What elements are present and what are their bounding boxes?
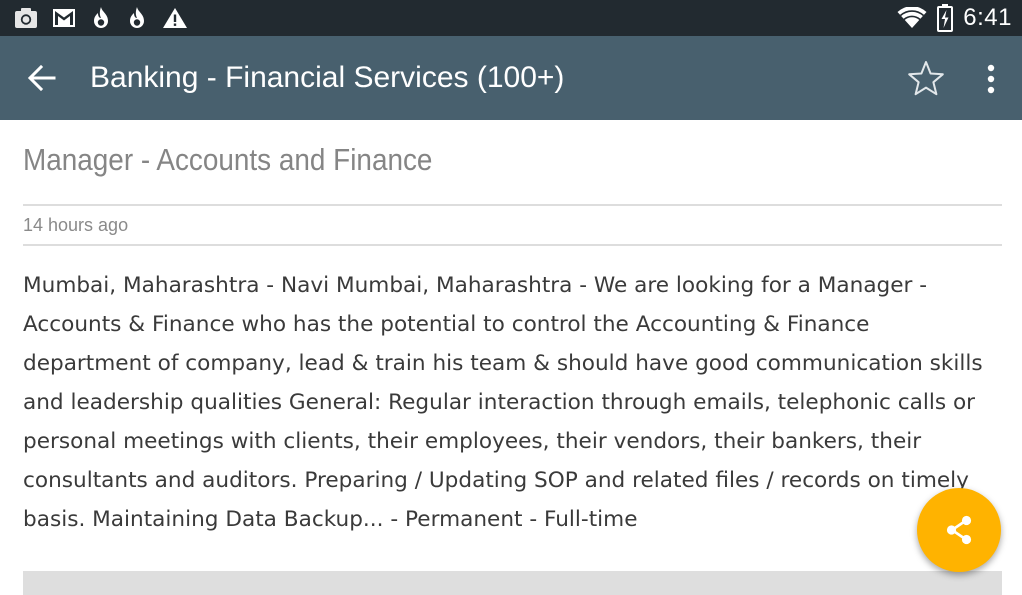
divider xyxy=(23,244,1002,246)
star-outline-icon xyxy=(908,61,944,96)
share-icon xyxy=(946,515,972,545)
camera-icon xyxy=(14,7,38,29)
warning-icon xyxy=(162,7,188,29)
overflow-menu-button[interactable] xyxy=(974,58,1008,100)
gmail-icon xyxy=(52,8,76,28)
posted-time: 14 hours ago xyxy=(23,215,129,235)
bottom-card xyxy=(23,571,1002,595)
app-bar: Banking - Financial Services (100+) xyxy=(0,36,1022,120)
favorite-button[interactable] xyxy=(905,58,947,100)
job-description: Mumbai, Maharashtra - Navi Mumbai, Mahar… xyxy=(23,273,983,532)
flame-icon xyxy=(90,6,112,30)
status-bar: 6:41 xyxy=(0,0,1022,36)
clock: 6:41 xyxy=(963,4,1012,31)
divider xyxy=(23,204,1002,206)
system-status: 6:41 xyxy=(897,3,1012,33)
job-title: Manager - Accounts and Finance xyxy=(23,142,433,177)
battery-charging-icon xyxy=(937,4,954,32)
share-button[interactable] xyxy=(917,488,1001,572)
more-vert-icon xyxy=(987,64,995,94)
flame-icon xyxy=(126,6,148,30)
notification-icons xyxy=(14,5,188,31)
page-title: Banking - Financial Services (100+) xyxy=(90,61,565,94)
back-arrow-icon xyxy=(27,64,56,92)
wifi-icon xyxy=(897,7,927,29)
back-button[interactable] xyxy=(22,58,62,98)
